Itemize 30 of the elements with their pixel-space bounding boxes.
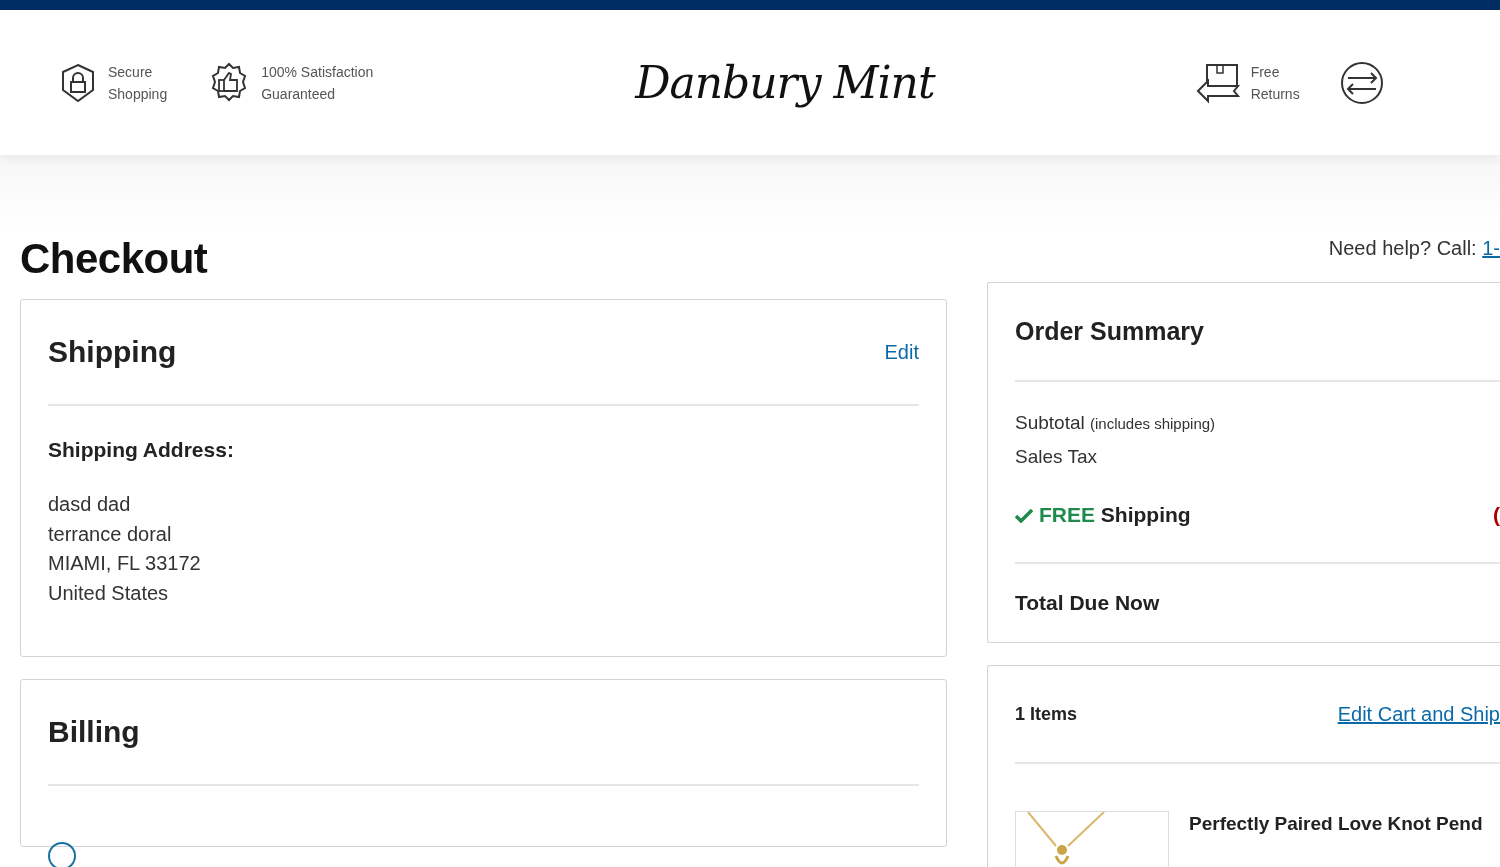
radio-button[interactable] [48,842,76,867]
item-count: 1 Items [1015,703,1078,725]
address-line: United States [48,580,170,606]
badge-text: Returns [1250,84,1300,104]
badge-text: Free [1250,62,1281,82]
logo[interactable]: Danbury Mint [635,57,935,108]
section-title: Shipping [48,335,177,369]
check-icon [1015,507,1033,523]
free-shipping-label: FREE Shipping [1039,503,1191,527]
shipping-value: ( [1493,503,1500,527]
badge-text: Guaranteed [261,84,337,104]
edit-link[interactable]: Edit [884,340,919,364]
address-label: Shipping Address: [48,438,235,462]
total-label: Total Due Now [1015,590,1161,616]
subtotal-label: Subtotal (includes shipping) [1015,412,1217,434]
badge-text: Secure [108,62,154,82]
address-line: MIAMI, FL 33172 [48,551,202,576]
help-text: Need help? Call: 1- [1328,237,1500,260]
page-title: Checkout [20,235,208,283]
address-line: terrance doral [48,521,173,547]
product-name[interactable]: Perfectly Paired Love Knot Pend [1189,813,1483,867]
address-line: dasd dad [48,492,132,517]
sales-tax-label: Sales Tax [1015,446,1099,468]
phone-link[interactable]: 1- [1482,237,1500,259]
badge-text: Shopping [108,84,168,104]
section-title: Billing [48,715,140,749]
section-title: Order Summary [1015,317,1204,346]
exchange-icon [1339,60,1384,105]
badge-text: 100% Satisfaction [261,62,374,82]
edit-cart-link[interactable]: Edit Cart and Ship [1337,702,1500,726]
